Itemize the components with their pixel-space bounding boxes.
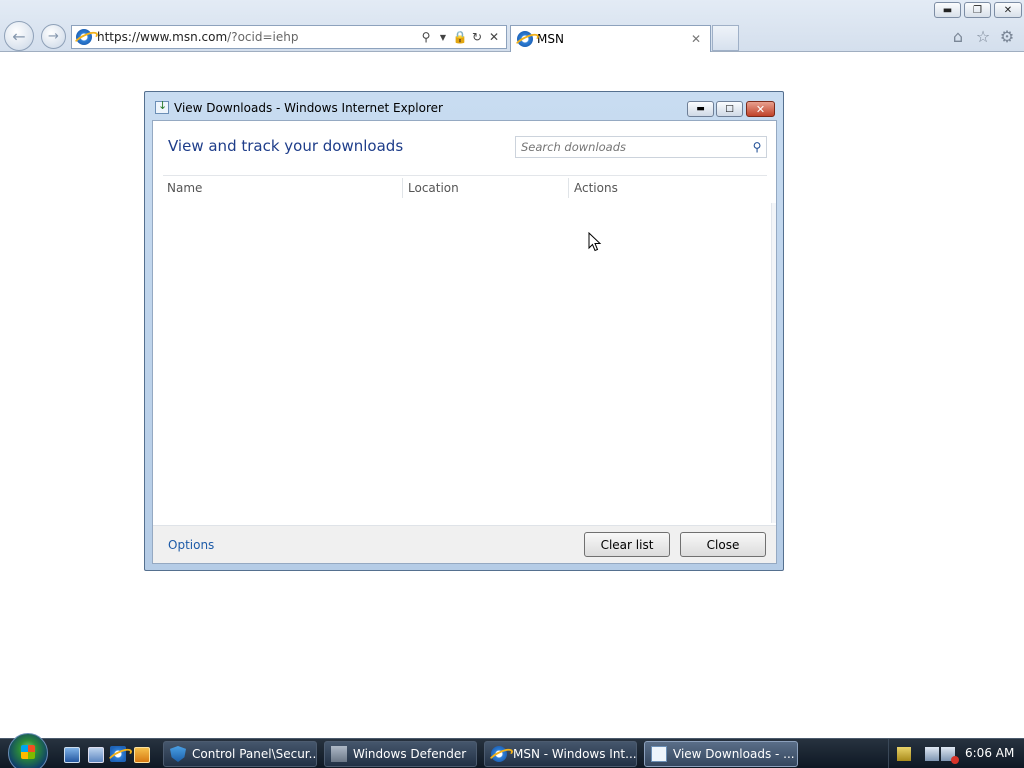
dialog-titlebar[interactable]: View Downloads - Windows Internet Explor…: [145, 92, 783, 120]
back-button[interactable]: ←: [4, 21, 34, 51]
taskbar-item-msn[interactable]: MSN - Windows Int...: [484, 741, 637, 767]
taskbar-item-label: Control Panel\Secur...: [192, 747, 317, 761]
tab-close-icon[interactable]: ✕: [688, 32, 704, 46]
taskbar-item-label: View Downloads - ...: [673, 747, 795, 761]
ie-icon: [76, 29, 92, 45]
dialog-close-button[interactable]: ✕: [746, 101, 775, 117]
minimize-icon: ▬: [696, 104, 705, 114]
tab-msn[interactable]: MSN ✕: [510, 25, 711, 52]
url-path: /?ocid=iehp: [227, 30, 299, 44]
new-tab-button[interactable]: [712, 25, 739, 51]
show-desktop-icon[interactable]: [64, 747, 80, 763]
taskbar-item-label: Windows Defender: [353, 747, 467, 761]
downloads-icon: [155, 99, 169, 114]
restore-icon: ❐: [973, 4, 982, 16]
search-input[interactable]: [516, 137, 748, 157]
ie-icon: [491, 746, 507, 762]
switch-windows-icon[interactable]: [88, 747, 104, 763]
restore-button[interactable]: ❐: [964, 2, 991, 18]
defender-icon: [331, 746, 347, 762]
favorites-star-icon[interactable]: ☆: [974, 27, 992, 46]
column-actions[interactable]: Actions: [574, 181, 618, 195]
close-icon: ✕: [1003, 4, 1013, 16]
forward-arrow-icon: →: [48, 29, 59, 44]
dialog-footer: Options Clear list Close: [153, 525, 776, 563]
address-url[interactable]: https://www.msn.com/?ocid=iehp: [97, 30, 418, 44]
dialog-maximize-button[interactable]: □: [716, 101, 743, 117]
search-icon[interactable]: ⚲: [418, 29, 434, 45]
column-location[interactable]: Location: [408, 181, 459, 195]
start-button[interactable]: [8, 733, 48, 768]
dialog-title: View Downloads - Windows Internet Explor…: [174, 101, 443, 115]
taskbar-item-view-downloads[interactable]: View Downloads - ...: [644, 741, 798, 767]
volume-muted-icon[interactable]: [941, 747, 959, 764]
back-arrow-icon: ←: [12, 26, 26, 46]
close-button[interactable]: Close: [680, 532, 766, 557]
url-host: www.msn.com: [140, 30, 228, 44]
shield-icon: [170, 746, 186, 762]
lock-icon[interactable]: 🔒: [452, 29, 468, 45]
home-icon[interactable]: ⌂: [949, 27, 967, 46]
column-divider[interactable]: [402, 178, 403, 198]
column-name[interactable]: Name: [167, 181, 202, 195]
downloads-icon: [651, 746, 667, 762]
taskbar-item-windows-defender[interactable]: Windows Defender: [324, 741, 477, 767]
clear-list-button[interactable]: Clear list: [584, 532, 670, 557]
minimize-button[interactable]: ▬: [934, 2, 961, 18]
ie-icon[interactable]: [110, 746, 126, 762]
address-bar[interactable]: https://www.msn.com/?ocid=iehp ⚲ ▼ 🔒 ↻ ✕: [71, 25, 507, 49]
list-scrollbar[interactable]: [771, 203, 776, 523]
clock[interactable]: 6:06 AM: [965, 746, 1014, 760]
dialog-heading: View and track your downloads: [168, 137, 404, 155]
action-center-flag-icon[interactable]: [897, 747, 911, 761]
media-player-icon[interactable]: [134, 747, 150, 763]
dialog-content: View and track your downloads ⚲ Name Loc…: [152, 120, 777, 564]
gear-icon[interactable]: ⚙: [998, 27, 1016, 46]
column-divider[interactable]: [568, 178, 569, 198]
taskbar-item-label: MSN - Windows Int...: [513, 747, 637, 761]
close-icon: ✕: [755, 102, 766, 116]
taskbar: Control Panel\Secur... Windows Defender …: [0, 733, 1024, 768]
view-downloads-dialog: View Downloads - Windows Internet Explor…: [144, 91, 784, 571]
dropdown-icon[interactable]: ▼: [435, 29, 451, 45]
refresh-icon[interactable]: ↻: [469, 29, 485, 45]
taskbar-item-control-panel[interactable]: Control Panel\Secur...: [163, 741, 317, 767]
url-protocol: https://: [97, 30, 141, 44]
search-downloads-box[interactable]: ⚲: [515, 136, 767, 158]
search-icon[interactable]: ⚲: [748, 140, 766, 154]
close-window-button[interactable]: ✕: [994, 2, 1022, 18]
downloads-list-header: Name Location Actions: [163, 175, 767, 200]
forward-button[interactable]: →: [41, 24, 66, 49]
maximize-icon: □: [725, 104, 734, 114]
tab-label: MSN: [537, 32, 564, 46]
stop-icon[interactable]: ✕: [486, 29, 502, 45]
system-tray: 6:06 AM: [888, 739, 1024, 768]
network-icon[interactable]: [925, 747, 939, 761]
minimize-icon: ▬: [942, 4, 953, 16]
browser-toolbar: ← → https://www.msn.com/?ocid=iehp ⚲ ▼ 🔒…: [0, 0, 1024, 52]
options-link[interactable]: Options: [168, 538, 214, 552]
ie-icon: [517, 31, 533, 47]
dialog-minimize-button[interactable]: ▬: [687, 101, 714, 117]
